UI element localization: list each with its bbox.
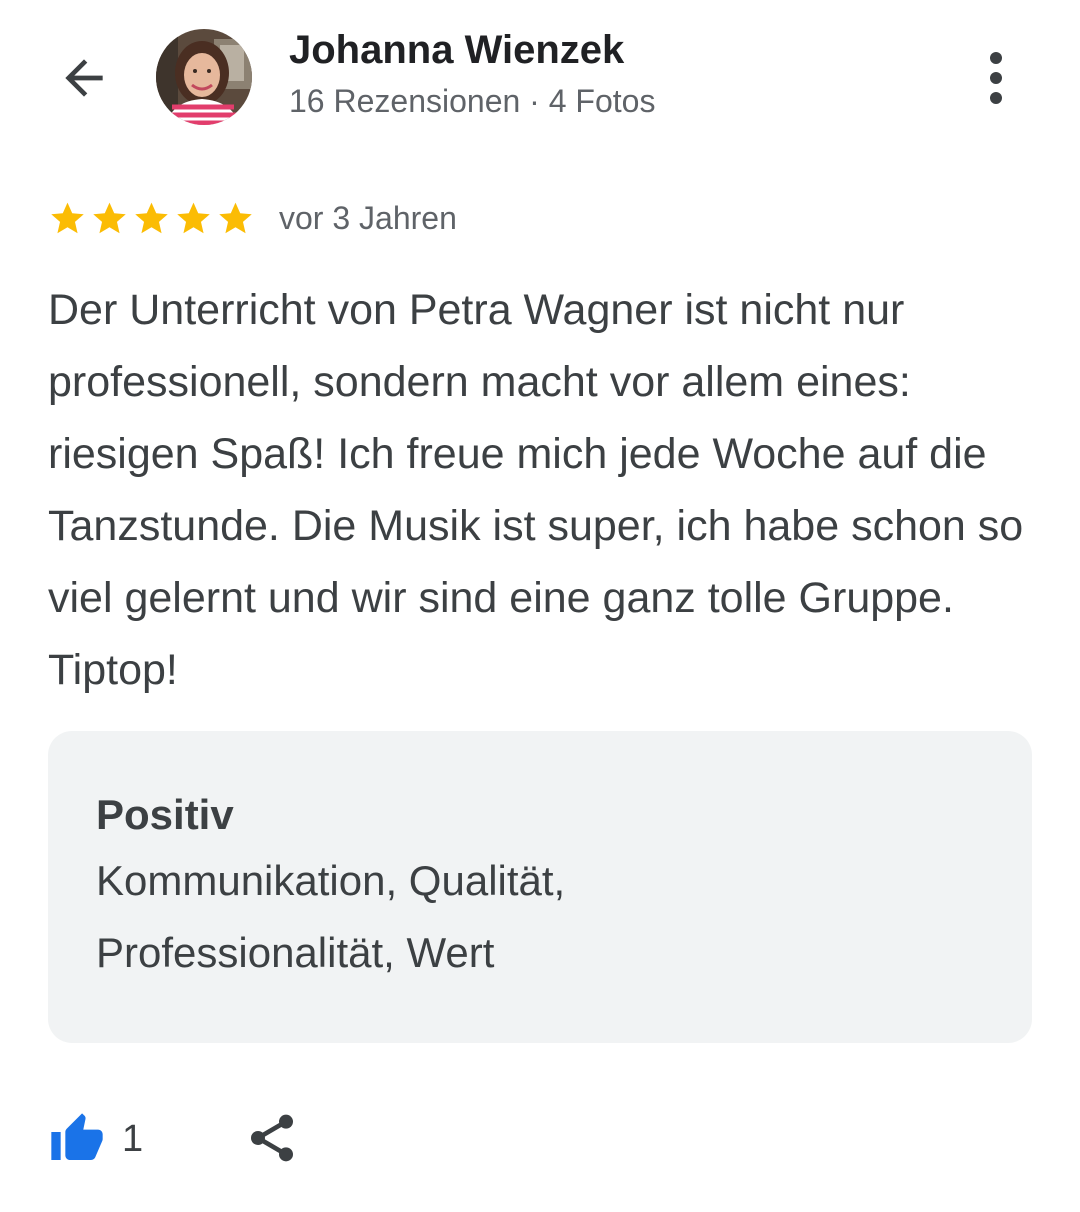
share-icon bbox=[251, 1114, 293, 1162]
review-text: Der Unterricht von Petra Wagner ist nich… bbox=[48, 286, 1024, 694]
like-count: 1 bbox=[122, 1117, 144, 1160]
attribute-values: Kommunikation, Qualität, Professionalitä… bbox=[96, 857, 566, 976]
reviewer-name[interactable]: Johanna Wienzek bbox=[289, 24, 655, 76]
star-icon bbox=[135, 202, 168, 233]
star-icon bbox=[93, 202, 126, 233]
review-actions: 1 bbox=[48, 1104, 293, 1174]
more-vert-icon bbox=[990, 52, 1002, 104]
more-options-button[interactable] bbox=[968, 46, 1024, 110]
arrow-back-icon bbox=[65, 59, 103, 97]
attribute-heading: Positiv bbox=[96, 791, 234, 838]
share-button[interactable] bbox=[244, 1110, 300, 1166]
like-button[interactable]: 1 bbox=[48, 1111, 143, 1167]
reviewer-stats: 16 Rezensionen · 4 Fotos bbox=[289, 83, 656, 119]
thumb-up-icon bbox=[51, 1113, 103, 1160]
star-icon bbox=[219, 202, 252, 233]
avatar[interactable] bbox=[156, 29, 252, 125]
reviewer-header: Johanna Wienzek 16 Rezensionen · 4 Fotos bbox=[289, 24, 655, 126]
back-button[interactable] bbox=[52, 46, 116, 110]
review-date: vor 3 Jahren bbox=[279, 199, 457, 236]
star-icon bbox=[51, 202, 84, 233]
star-icon bbox=[177, 202, 210, 233]
star-rating bbox=[48, 199, 255, 238]
rating-row: vor 3 Jahren bbox=[48, 192, 457, 244]
review-detail-page: Johanna Wienzek 16 Rezensionen · 4 Fotos… bbox=[0, 0, 1080, 1212]
review-attributes-card: Positiv Kommunikation, Qualität, Profess… bbox=[48, 731, 1032, 1043]
